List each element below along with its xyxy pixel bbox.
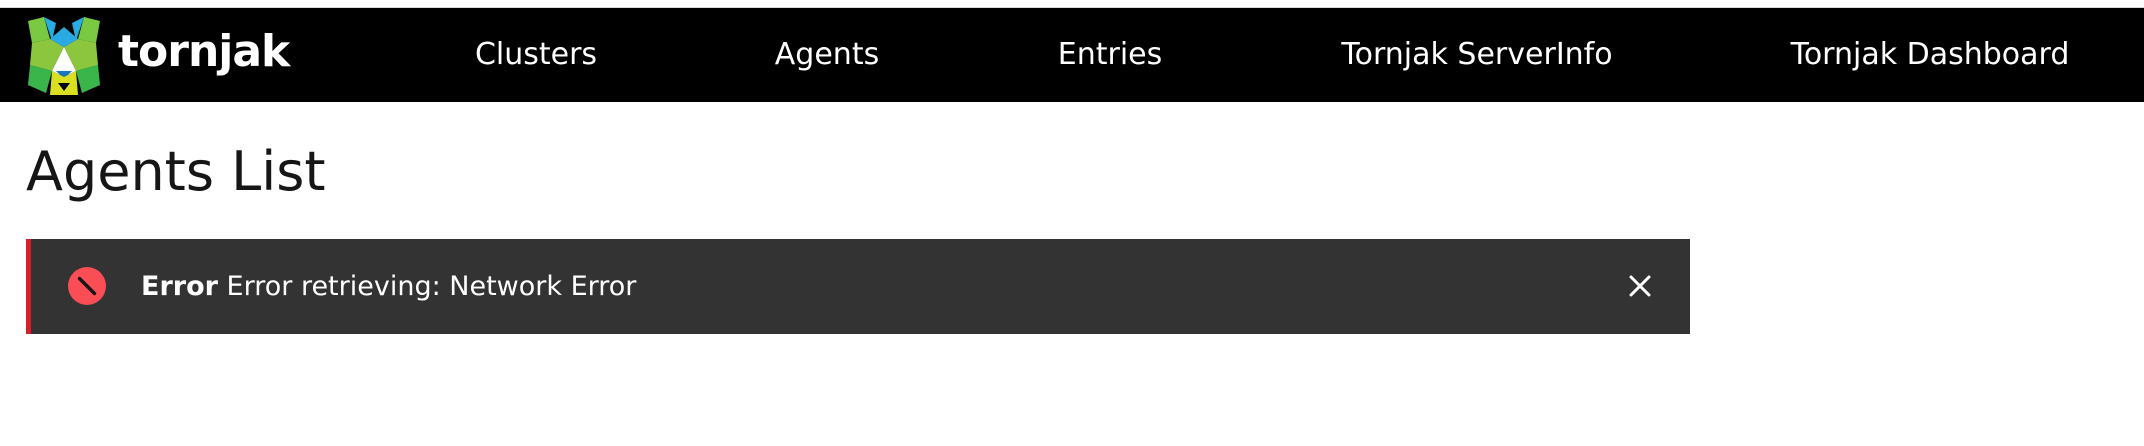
- notification-title: Error: [141, 271, 218, 302]
- nav-item-clusters[interactable]: Clusters: [475, 8, 597, 102]
- brand-home-link[interactable]: tornjak: [22, 12, 290, 98]
- close-icon[interactable]: [1620, 266, 1660, 306]
- notification-content: Error Error retrieving: Network Error: [141, 239, 636, 334]
- nav-item-tornjak-dashboard[interactable]: Tornjak Dashboard: [1791, 8, 2070, 102]
- tornjak-logo-icon: [28, 17, 100, 95]
- brand-name: tornjak: [118, 25, 290, 77]
- notification-message: Error retrieving: Network Error: [226, 271, 637, 302]
- error-filled-icon: [68, 267, 106, 305]
- browser-top-strip: [0, 0, 2144, 8]
- top-navbar: tornjak Clusters Agents Entries Tornjak …: [0, 8, 2144, 102]
- error-notification: Error Error retrieving: Network Error: [26, 239, 1690, 334]
- page-title: Agents List: [26, 140, 326, 203]
- nav-item-entries[interactable]: Entries: [1058, 8, 1163, 102]
- nav-item-tornjak-serverinfo[interactable]: Tornjak ServerInfo: [1341, 8, 1612, 102]
- nav-item-agents[interactable]: Agents: [775, 8, 879, 102]
